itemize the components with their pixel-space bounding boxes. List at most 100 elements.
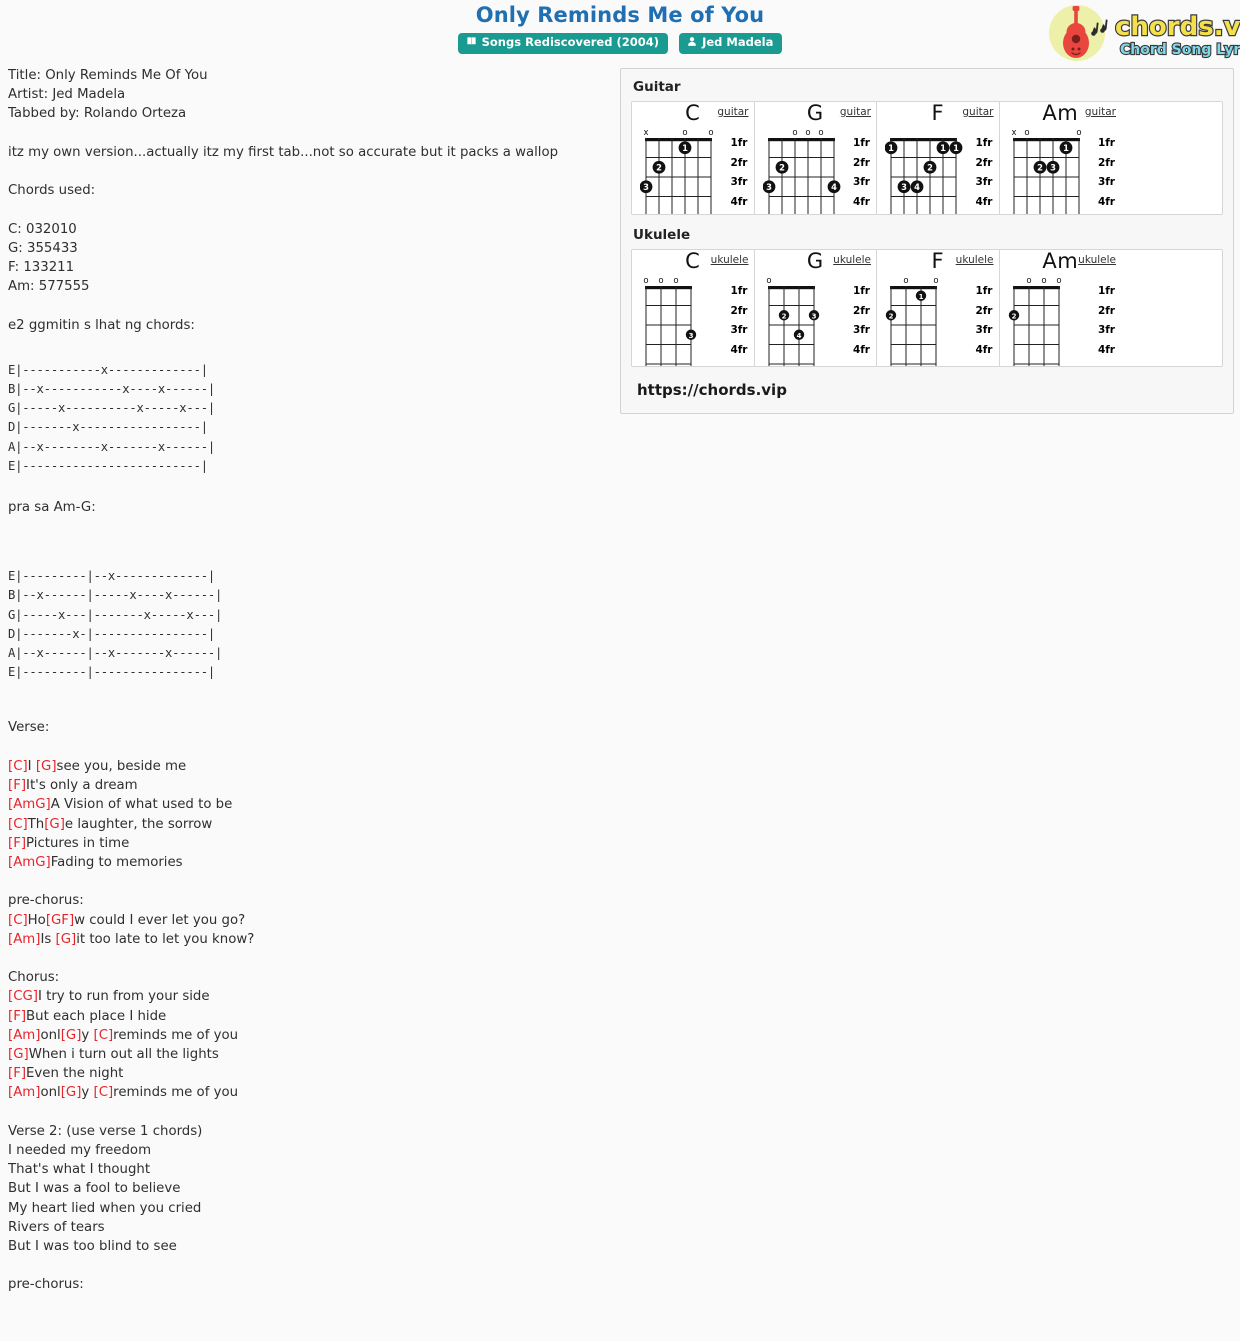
lyric-text: y (81, 1085, 94, 1101)
fret-label: 1fr (1097, 285, 1115, 297)
svg-text:2: 2 (1011, 312, 1016, 320)
svg-text:chords.vip: chords.vip (1115, 12, 1240, 42)
chord-diagram-g[interactable]: Gukulele 1fr 2fr 3fr 4fr o 2 3 4 (754, 250, 877, 366)
site-logo[interactable]: chords.vip Chord Song Lyric (1044, 2, 1240, 62)
chord-diagram-f[interactable]: Fukulele 1fr 2fr 3fr 4fr o o 1 2 (877, 250, 1000, 366)
svg-text:o: o (1024, 128, 1029, 138)
fret-label: 3fr (730, 324, 748, 336)
fret-label: 3fr (1097, 324, 1115, 336)
badge-album-label: Songs Rediscovered (2004) (481, 35, 659, 49)
fret-number-labels: 1fr 2fr 3fr 4fr (1098, 282, 1115, 360)
fret-label: 4fr (1097, 195, 1115, 208)
lyric-line: [F]Even the night (8, 1064, 608, 1083)
lyric-line: [F]It's only a dream (8, 776, 608, 795)
chord-instrument-tag[interactable]: ukulele (833, 254, 871, 266)
chord-marker[interactable]: [F] (8, 836, 26, 851)
chord-panel: Guitar Cguitar 1fr 2fr 3fr 4fr x o o 1 2 3 Gguitar 1… (620, 68, 1234, 414)
fret-label: 3fr (852, 324, 870, 336)
chord-marker[interactable]: [F] (8, 778, 26, 793)
chord-marker[interactable]: [G] (8, 1047, 29, 1062)
lyric-line: [Am]onl[G]y [C]reminds me of you (8, 1026, 608, 1045)
chord-instrument-tag[interactable]: guitar (717, 106, 748, 118)
chord-marker[interactable]: [GF] (46, 913, 74, 928)
lyric-line: [C]Ho[GF]w could I ever let you go? (8, 911, 608, 930)
lyric-line: [Am]onl[G]y [C]reminds me of you (8, 1083, 608, 1102)
chord-panel-column: Guitar Cguitar 1fr 2fr 3fr 4fr x o o 1 2 3 Gguitar 1… (620, 68, 1234, 414)
lyric-text: w could I ever let you go? (74, 912, 246, 928)
svg-text:3: 3 (901, 182, 907, 192)
lyric-line: [G]When i turn out all the lights (8, 1045, 608, 1064)
svg-text:o: o (1026, 276, 1031, 286)
svg-text:2: 2 (781, 312, 786, 320)
chord-marker[interactable]: [CG] (8, 989, 38, 1004)
chord-marker[interactable]: [C] (8, 817, 28, 832)
fret-number-labels: 1fr 2fr 3fr 4fr (975, 282, 992, 360)
lyric-line: [C]I [G]see you, beside me (8, 757, 608, 776)
chord-instrument-tag[interactable]: guitar (962, 106, 993, 118)
lyric-text: But each place I hide (26, 1008, 167, 1024)
chord-marker[interactable]: [F] (8, 1009, 26, 1024)
fret-label: 1fr (1097, 137, 1115, 149)
chord-marker[interactable]: [F] (8, 1066, 26, 1081)
fretboard-svg: xoo123 (1011, 128, 1081, 214)
ukulele-chord-row: Cukulele 1fr 2fr 3fr 4fr o o o 3 Gukulele 1fr 2fr 3f… (631, 249, 1223, 367)
fret-label: 4fr (1097, 343, 1115, 356)
chord-marker[interactable]: [AmG] (8, 855, 51, 870)
chord-instrument-tag[interactable]: guitar (1085, 106, 1116, 118)
chord-marker[interactable]: [C] (94, 1028, 114, 1043)
lyric-text: Ho (27, 912, 46, 928)
chord-marker[interactable]: [G] (44, 817, 65, 832)
lyric-text: onl (40, 1027, 61, 1043)
lyric-text: e laughter, the sorrow (64, 816, 213, 832)
svg-text:4: 4 (914, 182, 920, 192)
chord-diagram-c[interactable]: Cukulele 1fr 2fr 3fr 4fr o o o 3 (632, 250, 755, 366)
chord-marker[interactable]: [C] (94, 1085, 114, 1100)
chord-diagram-am[interactable]: Am ukulele 1fr 2fr 3fr 4fr o o o 2 (999, 250, 1121, 366)
chord-marker[interactable]: [G] (36, 759, 57, 774)
chord-instrument-tag[interactable]: ukulele (956, 254, 994, 266)
svg-text:1: 1 (919, 293, 924, 301)
svg-text:x: x (643, 128, 648, 138)
svg-text:o: o (792, 128, 797, 138)
chord-marker[interactable]: [C] (8, 913, 28, 928)
book-icon (466, 36, 477, 50)
fretboard-svg: o o o324 (762, 128, 840, 214)
chord-marker[interactable]: [G] (56, 932, 77, 947)
chord-marker[interactable]: [Am] (8, 1028, 40, 1043)
svg-text:o: o (903, 276, 908, 286)
badge-artist[interactable]: Jed Madela (679, 33, 783, 54)
chord-marker[interactable]: [AmG] (8, 797, 51, 812)
fret-label: 3fr (1097, 176, 1115, 188)
fret-label: 4fr (852, 195, 870, 208)
lyric-text: Even the night (26, 1066, 124, 1082)
chord-marker[interactable]: [Am] (8, 1085, 40, 1100)
lyric-text: it too late to let you know? (76, 931, 255, 947)
tab-text-column: Title: Only Reminds Me Of You Artist: Je… (8, 66, 608, 1295)
chord-instrument-tag[interactable]: ukulele (1078, 254, 1116, 266)
svg-text:o: o (658, 276, 663, 286)
badge-album[interactable]: Songs Rediscovered (2004) (457, 33, 668, 54)
fret-number-labels: 1fr 2fr 3fr 4fr (853, 134, 870, 212)
fret-label: 1fr (852, 285, 870, 297)
chord-marker[interactable]: [G] (61, 1085, 82, 1100)
chord-diagram-g[interactable]: Gguitar 1fr 2fr 3fr 4fr o o o 3 2 4 (754, 102, 877, 214)
svg-text:3: 3 (643, 182, 649, 192)
chord-instrument-tag[interactable]: ukulele (711, 254, 749, 266)
chord-marker[interactable]: [G] (61, 1028, 82, 1043)
fret-label: 2fr (852, 156, 870, 169)
chord-marker[interactable]: [C] (8, 759, 28, 774)
chord-diagram-am[interactable]: Am guitar 1fr 2fr 3fr 4fr x o o 1 2 3 (999, 102, 1121, 214)
fretboard-svg: o 2 3 4 (766, 276, 819, 366)
lyric-line: [F]But each place I hide (8, 1007, 608, 1026)
chord-marker[interactable]: [Am] (8, 932, 40, 947)
fret-label: 2fr (975, 304, 993, 317)
svg-text:o: o (643, 276, 648, 286)
lyric-text: A Vision of what used to be (50, 797, 233, 813)
chord-instrument-tag[interactable]: guitar (840, 106, 871, 118)
chord-diagram-f[interactable]: Fguitar 1fr 2fr 3fr 4fr 1 1 1 2 3 4 (877, 102, 1000, 214)
chord-diagram-c[interactable]: Cguitar 1fr 2fr 3fr 4fr x o o 1 2 3 (632, 102, 755, 214)
page-root: Only Reminds Me of You Songs Rediscovere… (0, 0, 1240, 1341)
site-url[interactable]: https://chords.vip (631, 377, 1223, 403)
lyric-line: [F]Pictures in time (8, 834, 608, 853)
